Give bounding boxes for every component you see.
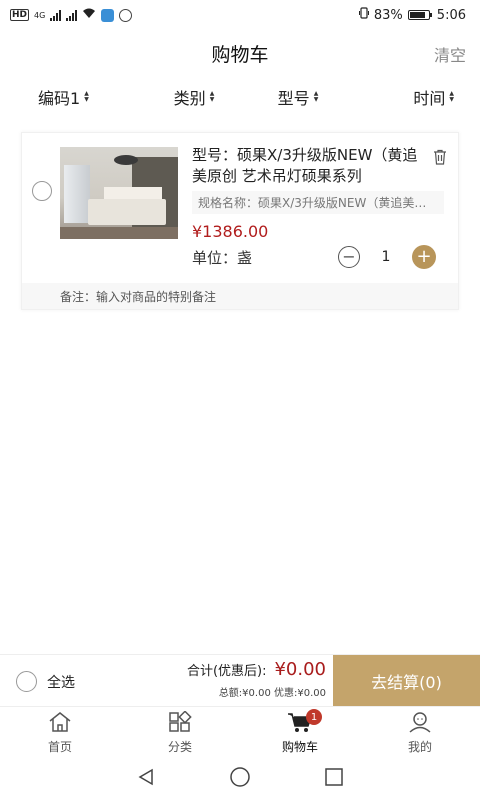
select-all-radio[interactable] bbox=[16, 671, 37, 692]
home-nav-icon[interactable] bbox=[229, 766, 251, 792]
status-bar: HD 4G 83% 5:06 bbox=[0, 0, 480, 30]
signal-icon bbox=[50, 9, 62, 21]
system-nav-bar bbox=[0, 758, 480, 800]
tab-cart[interactable]: 1 购物车 bbox=[240, 707, 360, 758]
quantity-value[interactable]: 1 bbox=[360, 249, 412, 265]
signal-icon-2 bbox=[66, 9, 78, 21]
sort-filter-bar: 编码1 ▲ ▼ 类别 ▲ ▼ 型号 ▲ ▼ 时间 ▲ ▼ bbox=[0, 80, 480, 114]
cart-item: 型号：硕果X/3升级版NEW（黄追美原创 艺术吊灯硕果系列 规格名称：硕果X/3… bbox=[21, 132, 459, 310]
item-select-radio[interactable] bbox=[32, 181, 52, 201]
product-price: ¥1386.00 bbox=[192, 222, 269, 241]
sort-icon: ▲ ▼ bbox=[449, 90, 454, 103]
page-title: 购物车 bbox=[211, 44, 269, 66]
total-value: ¥0.00 bbox=[274, 659, 326, 680]
cart-badge: 1 bbox=[306, 709, 322, 725]
product-image[interactable] bbox=[60, 147, 178, 239]
tab-profile-label: 我的 bbox=[407, 739, 432, 754]
wifi-icon bbox=[82, 8, 96, 22]
app-notification-icon bbox=[101, 8, 115, 22]
battery-icon bbox=[407, 10, 432, 20]
sort-icon: ▲ ▼ bbox=[209, 90, 215, 103]
select-all-label: 全选 bbox=[47, 674, 75, 691]
tab-home-label: 首页 bbox=[47, 739, 72, 754]
hd-indicator: HD bbox=[10, 9, 30, 21]
clock: 5:06 bbox=[436, 7, 466, 23]
filter-time-label: 时间 bbox=[413, 89, 446, 108]
tab-category[interactable]: 分类 bbox=[120, 707, 240, 758]
network-type: 4G bbox=[34, 10, 46, 20]
app-header: 购物车 清空 bbox=[0, 30, 480, 72]
filter-model[interactable]: 型号 ▲ ▼ bbox=[246, 80, 350, 114]
product-info: 型号：硕果X/3升级版NEW（黄追美原创 艺术吊灯硕果系列 规格名称：硕果X/3… bbox=[192, 145, 447, 241]
decrease-button[interactable]: − bbox=[338, 246, 360, 268]
filter-code-label: 编码1 bbox=[38, 89, 81, 108]
filter-model-label: 型号 bbox=[277, 89, 310, 108]
quantity-stepper: − 1 + bbox=[338, 245, 436, 269]
sort-icon: ▲ ▼ bbox=[84, 90, 89, 103]
tab-home[interactable]: 首页 bbox=[0, 707, 120, 758]
home-icon bbox=[47, 711, 73, 736]
back-icon[interactable] bbox=[136, 767, 156, 791]
category-icon bbox=[167, 709, 193, 736]
increase-button[interactable]: + bbox=[412, 245, 436, 269]
checkout-bar: 全选 合计(优惠后): ¥0.00 总额:¥0.00 优惠:¥0.00 去结算(0… bbox=[0, 654, 480, 707]
delete-icon[interactable] bbox=[433, 149, 447, 165]
total-breakdown: 总额:¥0.00 优惠:¥0.00 bbox=[218, 688, 326, 699]
total-summary: 合计(优惠后): ¥0.00 总额:¥0.00 优惠:¥0.00 bbox=[187, 659, 326, 699]
unit-quantity-row: 单位：盏 − 1 + bbox=[192, 245, 462, 269]
tab-profile[interactable]: 我的 bbox=[360, 707, 480, 758]
filter-category-label: 类别 bbox=[173, 89, 206, 108]
tab-category-label: 分类 bbox=[167, 739, 192, 754]
chat-notification-icon bbox=[119, 8, 133, 22]
recents-icon[interactable] bbox=[324, 767, 344, 791]
vibrate-icon bbox=[358, 7, 369, 23]
product-unit: 单位：盏 bbox=[192, 249, 253, 267]
product-name[interactable]: 型号：硕果X/3升级版NEW（黄追美原创 艺术吊灯硕果系列 bbox=[192, 145, 447, 187]
filter-code[interactable]: 编码1 ▲ ▼ bbox=[0, 80, 142, 114]
profile-icon bbox=[407, 711, 433, 736]
product-spec: 规格名称：硕果X/3升级版NEW（黄追美原创 艺术吊灯硕果系列 bbox=[192, 191, 444, 214]
bottom-tab-bar: 首页 分类 1 购物车 我的 bbox=[0, 706, 480, 758]
clear-cart-button[interactable]: 清空 bbox=[434, 42, 466, 66]
checkout-button[interactable]: 去结算(0) bbox=[333, 655, 480, 707]
filter-category[interactable]: 类别 ▲ ▼ bbox=[142, 80, 246, 114]
select-all[interactable]: 全选 bbox=[16, 671, 75, 692]
tab-cart-label: 购物车 bbox=[281, 739, 318, 754]
total-label: 合计(优惠后): bbox=[186, 664, 267, 679]
remark-input[interactable]: 备注：输入对商品的特别备注 bbox=[22, 283, 458, 309]
sort-icon: ▲ ▼ bbox=[313, 90, 319, 103]
filter-time[interactable]: 时间 ▲ ▼ bbox=[350, 80, 480, 114]
battery-percent: 83% bbox=[373, 7, 403, 23]
